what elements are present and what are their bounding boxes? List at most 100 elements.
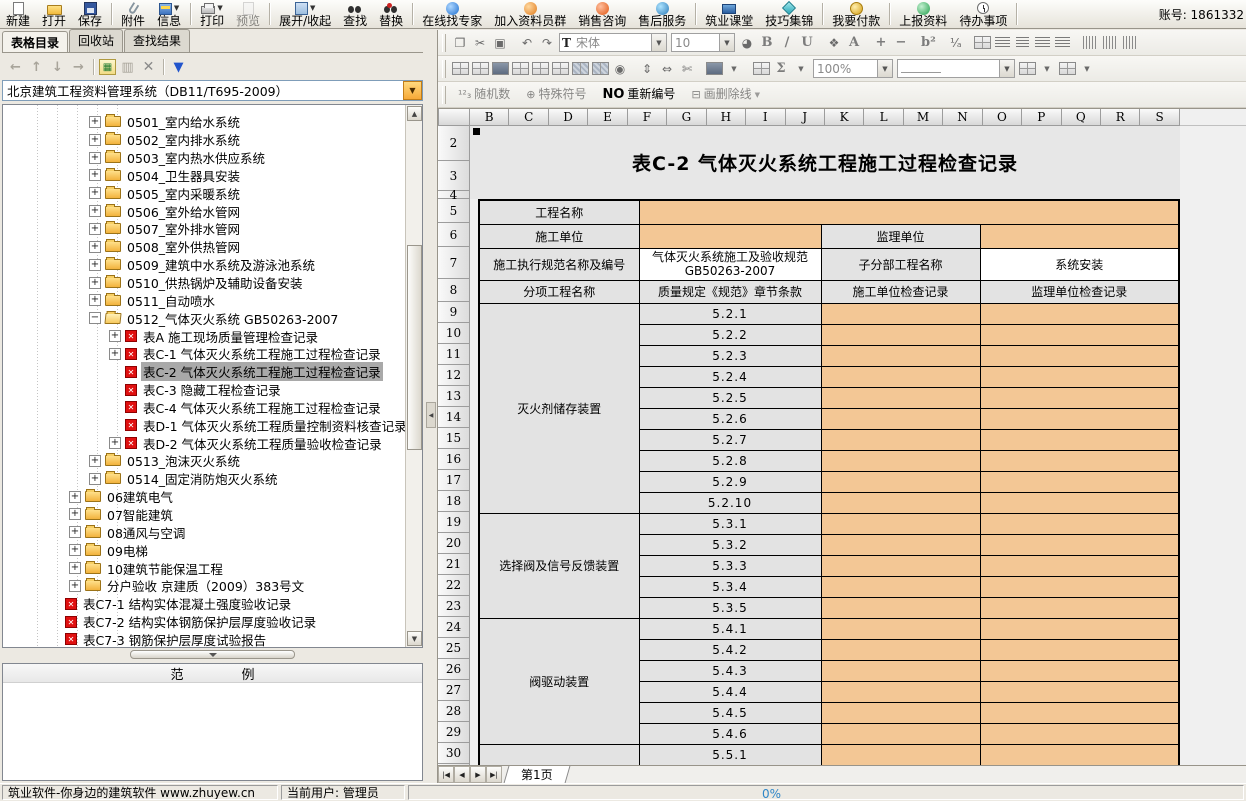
border-table-icon[interactable] xyxy=(751,59,771,79)
border-color-icon[interactable] xyxy=(1017,59,1037,79)
builder-check-cell[interactable] xyxy=(821,597,980,618)
tree-item[interactable]: 表C-4 气体灭火系统工程施工过程检查记录 xyxy=(3,399,422,417)
tree-item-label[interactable]: 分户验收 京建质（2009）383号文 xyxy=(105,576,306,595)
supervisor-check-cell[interactable] xyxy=(980,576,1179,597)
builder-check-cell[interactable] xyxy=(821,576,980,597)
toolbar-grip[interactable] xyxy=(442,86,446,104)
tree-expand-icon[interactable]: + xyxy=(89,473,101,485)
tree-item[interactable]: 表C7-2 结构实体钢筋保护层厚度验收记录 xyxy=(3,613,422,631)
tree-item[interactable]: +0507_室外排水管网 xyxy=(3,220,422,238)
tree-item-label[interactable]: 表C7-3 钢筋保护层厚度试验报告 xyxy=(81,630,268,648)
sheet-tab[interactable]: 第1页 xyxy=(504,766,571,783)
insert-cells-icon[interactable] xyxy=(450,59,470,79)
builder-check-cell[interactable] xyxy=(821,429,980,450)
builder-check-cell[interactable] xyxy=(821,387,980,408)
tree-item-label[interactable]: 表C-2 气体灭火系统工程施工过程检查记录 xyxy=(141,362,383,381)
tree-item-label[interactable]: 0510_供热锅炉及辅助设备安装 xyxy=(125,273,305,292)
builder-check-cell[interactable] xyxy=(821,492,980,513)
row-spacing-icon[interactable]: ⇕ xyxy=(637,59,657,79)
sidebar-tab-0[interactable]: 表格目录 xyxy=(2,31,68,52)
row-header-9[interactable]: 9 xyxy=(438,302,470,323)
tree-item[interactable]: 表C7-1 结构实体混凝土强度验收记录 xyxy=(3,595,422,613)
column-header-D[interactable]: D xyxy=(549,109,588,126)
builder-check-cell[interactable] xyxy=(821,702,980,723)
toolbar-button-upload[interactable]: 上报资料 xyxy=(893,0,953,28)
builder-check-cell[interactable] xyxy=(821,366,980,387)
tree-item[interactable]: +0510_供热锅炉及辅助设备安装 xyxy=(3,274,422,292)
dropdown-caret-icon[interactable]: ▼ xyxy=(174,4,179,12)
toolbar-button-group[interactable]: 加入资料员群 xyxy=(488,0,572,28)
supervisor-check-cell[interactable] xyxy=(980,303,1179,324)
tree-expand-icon[interactable]: + xyxy=(89,455,101,467)
column-header-M[interactable]: M xyxy=(904,109,943,126)
border-color-caret[interactable]: ▼ xyxy=(1037,59,1057,79)
tree-item[interactable]: +0505_室内采暖系统 xyxy=(3,184,422,202)
chevron-down-icon[interactable]: ▼ xyxy=(403,81,422,100)
tree-item[interactable]: +0509_建筑中水系统及游泳池系统 xyxy=(3,256,422,274)
tree-item[interactable]: +0504_卫生器具安装 xyxy=(3,167,422,185)
row-header-10[interactable]: 10 xyxy=(438,323,470,344)
supervisor-check-cell[interactable] xyxy=(980,555,1179,576)
tree-item-label[interactable]: 0504_卫生器具安装 xyxy=(125,166,242,185)
tree-expand-icon[interactable]: + xyxy=(89,187,101,199)
toolbar-button-classroom[interactable]: 筑业课堂 xyxy=(699,0,759,28)
tree-item[interactable]: +表A 施工现场质量管理检查记录 xyxy=(3,327,422,345)
builder-check-cell[interactable] xyxy=(821,681,980,702)
row-header-3[interactable]: 3 xyxy=(438,161,470,191)
row-header-15[interactable]: 15 xyxy=(438,428,470,449)
row-header-17[interactable]: 17 xyxy=(438,470,470,491)
row-header-16[interactable]: 16 xyxy=(438,449,470,470)
builder-check-cell[interactable] xyxy=(821,723,980,744)
toolbar-button-save[interactable]: 保存 xyxy=(72,0,108,28)
tree-item-label[interactable]: 0503_室内热水供应系统 xyxy=(125,148,267,167)
tree-expand-icon[interactable]: + xyxy=(69,544,81,556)
tree-expand-icon[interactable]: + xyxy=(89,205,101,217)
sidebar-tab-1[interactable]: 回收站 xyxy=(69,29,123,52)
tree-item[interactable]: −0512_气体灭火系统 GB50263-2007 xyxy=(3,309,422,327)
row-header-11[interactable]: 11 xyxy=(438,344,470,365)
supervisor-check-cell[interactable] xyxy=(980,324,1179,345)
fraction-icon[interactable]: ⅟ₐ xyxy=(946,33,966,53)
tree-item-label[interactable]: 0509_建筑中水系统及游泳池系统 xyxy=(125,255,317,274)
tree-item[interactable]: +0511_自动喷水 xyxy=(3,291,422,309)
supervisor-check-cell[interactable] xyxy=(980,408,1179,429)
column-header-F[interactable]: F xyxy=(628,109,667,126)
tree-item-label[interactable]: 表C7-1 结构实体混凝土强度验收记录 xyxy=(81,594,293,613)
row-header-29[interactable]: 29 xyxy=(438,722,470,743)
tree-item-label[interactable]: 表C7-2 结构实体钢筋保护层厚度验收记录 xyxy=(81,612,318,631)
merge-cells-icon[interactable] xyxy=(470,59,490,79)
supervisor-check-cell[interactable] xyxy=(980,744,1179,765)
tree-expand-icon[interactable]: + xyxy=(89,116,101,128)
tree-item-label[interactable]: 0514_固定消防炮灭火系统 xyxy=(125,469,280,488)
system-select[interactable]: 北京建筑工程资料管理系统（DB11/T695-2009） ▼ xyxy=(2,80,423,101)
tree-item-label[interactable]: 10建筑节能保温工程 xyxy=(105,559,225,578)
row-header-7[interactable]: 7 xyxy=(438,247,470,279)
redo-icon[interactable]: ↷ xyxy=(537,33,557,53)
tree-item-label[interactable]: 0505_室内采暖系统 xyxy=(125,184,242,203)
shade-cells-icon[interactable] xyxy=(570,59,590,79)
tree-expand-icon[interactable]: + xyxy=(89,241,101,253)
tree-expand-icon[interactable]: + xyxy=(89,294,101,306)
spec-name-value[interactable]: 气体灭火系统施工及验收规范GB50263-2007 xyxy=(639,248,821,280)
align-center-icon[interactable] xyxy=(1013,33,1033,53)
align-justify-icon[interactable] xyxy=(1053,33,1073,53)
tree-item-label[interactable]: 09电梯 xyxy=(105,541,150,560)
tree-item-label[interactable]: 0513_泡沫灭火系统 xyxy=(125,451,242,470)
builder-check-cell[interactable] xyxy=(821,744,980,765)
row-header-26[interactable]: 26 xyxy=(438,659,470,680)
builder-check-cell[interactable] xyxy=(821,324,980,345)
tree-item-label[interactable]: 08通风与空调 xyxy=(105,523,187,542)
row-header-14[interactable]: 14 xyxy=(438,407,470,428)
ink-highlight-icon[interactable]: ❖ xyxy=(824,33,844,53)
tree-item[interactable]: 表C7-3 钢筋保护层厚度试验报告 xyxy=(3,630,422,648)
align-right-icon[interactable] xyxy=(1033,33,1053,53)
chevron-down-icon[interactable]: ▼ xyxy=(877,60,892,77)
row-header-25[interactable]: 25 xyxy=(438,638,470,659)
line-style-select[interactable]: ▼ xyxy=(897,59,1015,78)
supervisor-check-cell[interactable] xyxy=(980,597,1179,618)
toolbar-grip[interactable] xyxy=(442,60,446,78)
collapse-left-icon[interactable]: ◀ xyxy=(426,402,436,428)
supervisor-check-cell[interactable] xyxy=(980,702,1179,723)
split-column-icon[interactable] xyxy=(550,59,570,79)
toolbar-button-open-folder[interactable]: 打开 xyxy=(36,0,72,28)
